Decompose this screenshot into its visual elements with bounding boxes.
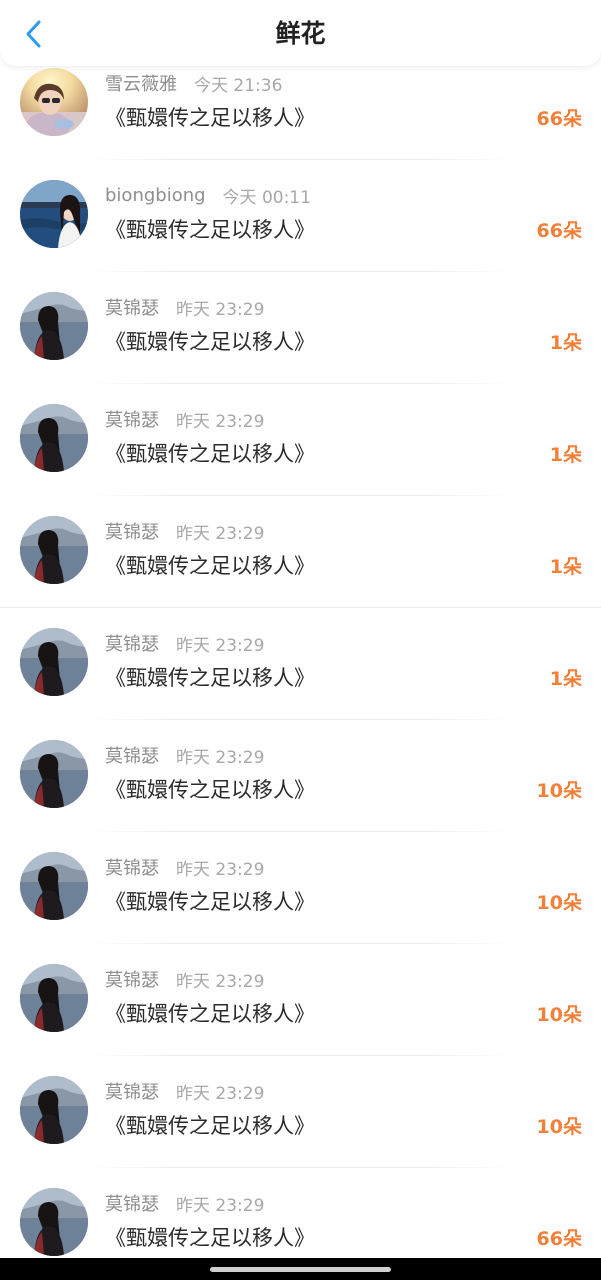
timestamp: 昨天 23:29 <box>176 971 265 992</box>
avatar[interactable] <box>20 1188 88 1256</box>
timestamp: 今天 00:11 <box>222 187 311 208</box>
book-title: 《甄嬛传之足以移人》 <box>105 1002 315 1026</box>
book-title: 《甄嬛传之足以移人》 <box>105 890 315 914</box>
flower-count: 1朵 <box>549 332 582 354</box>
flower-count: 10朵 <box>536 780 582 802</box>
avatar[interactable] <box>20 404 88 472</box>
book-title: 《甄嬛传之足以移人》 <box>105 1114 315 1138</box>
user-name: 莫锦瑟 <box>105 298 159 319</box>
home-indicator[interactable] <box>210 1267 391 1272</box>
list-item[interactable]: 莫锦瑟 昨天 23:29 《甄嬛传之足以移人》 1朵 <box>0 384 601 496</box>
list-item[interactable]: 莫锦瑟 昨天 23:29 《甄嬛传之足以移人》 1朵 <box>0 496 601 608</box>
list-item[interactable]: 莫锦瑟 昨天 23:29 《甄嬛传之足以移人》 10朵 <box>0 944 601 1056</box>
avatar[interactable] <box>20 1076 88 1144</box>
flower-count: 10朵 <box>536 1004 582 1026</box>
timestamp: 昨天 23:29 <box>176 1195 265 1216</box>
timestamp: 昨天 23:29 <box>176 411 265 432</box>
avatar[interactable] <box>20 292 88 360</box>
timestamp: 昨天 23:29 <box>176 635 265 656</box>
user-name: 莫锦瑟 <box>105 1194 159 1215</box>
book-title: 《甄嬛传之足以移人》 <box>105 666 315 690</box>
page-title: 鲜花 <box>275 19 326 48</box>
book-title: 《甄嬛传之足以移人》 <box>105 554 315 578</box>
flower-count: 10朵 <box>536 1116 582 1138</box>
user-name: 莫锦瑟 <box>105 1082 159 1103</box>
avatar[interactable] <box>20 852 88 920</box>
book-title: 《甄嬛传之足以移人》 <box>105 218 315 242</box>
book-title: 《甄嬛传之足以移人》 <box>105 778 315 802</box>
user-name: 莫锦瑟 <box>105 522 159 543</box>
user-name: 莫锦瑟 <box>105 746 159 767</box>
flower-count: 1朵 <box>549 444 582 466</box>
book-title: 《甄嬛传之足以移人》 <box>105 106 315 130</box>
flower-gift-list: 雪云薇雅 今天 21:36 《甄嬛传之足以移人》 66朵 biongbiong … <box>0 48 601 1280</box>
book-title: 《甄嬛传之足以移人》 <box>105 442 315 466</box>
list-item[interactable]: 莫锦瑟 昨天 23:29 《甄嬛传之足以移人》 1朵 <box>0 608 601 720</box>
timestamp: 昨天 23:29 <box>176 1083 265 1104</box>
list-item[interactable]: 莫锦瑟 昨天 23:29 《甄嬛传之足以移人》 10朵 <box>0 720 601 832</box>
flower-count: 1朵 <box>549 556 582 578</box>
list-item[interactable]: 莫锦瑟 昨天 23:29 《甄嬛传之足以移人》 10朵 <box>0 1056 601 1168</box>
timestamp: 昨天 23:29 <box>176 747 265 768</box>
user-name: 莫锦瑟 <box>105 634 159 655</box>
flower-count: 66朵 <box>536 220 582 242</box>
list-item[interactable]: 莫锦瑟 昨天 23:29 《甄嬛传之足以移人》 10朵 <box>0 832 601 944</box>
flower-count: 66朵 <box>536 1228 582 1250</box>
user-name: 莫锦瑟 <box>105 970 159 991</box>
avatar[interactable] <box>20 740 88 808</box>
list-item[interactable]: biongbiong 今天 00:11 《甄嬛传之足以移人》 66朵 <box>0 160 601 272</box>
flower-count: 1朵 <box>549 668 582 690</box>
timestamp: 今天 21:36 <box>194 75 283 96</box>
avatar[interactable] <box>20 180 88 248</box>
book-title: 《甄嬛传之足以移人》 <box>105 1226 315 1250</box>
avatar[interactable] <box>20 628 88 696</box>
avatar[interactable] <box>20 68 88 136</box>
timestamp: 昨天 23:29 <box>176 299 265 320</box>
app-header: 鲜花 <box>0 0 601 66</box>
timestamp: 昨天 23:29 <box>176 523 265 544</box>
user-name: 雪云薇雅 <box>105 74 177 95</box>
avatar[interactable] <box>20 516 88 584</box>
flower-count: 66朵 <box>536 108 582 130</box>
list-item[interactable]: 莫锦瑟 昨天 23:29 《甄嬛传之足以移人》 1朵 <box>0 272 601 384</box>
flower-count: 10朵 <box>536 892 582 914</box>
user-name: 莫锦瑟 <box>105 410 159 431</box>
avatar[interactable] <box>20 964 88 1032</box>
user-name: biongbiong <box>105 184 206 206</box>
user-name: 莫锦瑟 <box>105 858 159 879</box>
book-title: 《甄嬛传之足以移人》 <box>105 330 315 354</box>
timestamp: 昨天 23:29 <box>176 859 265 880</box>
